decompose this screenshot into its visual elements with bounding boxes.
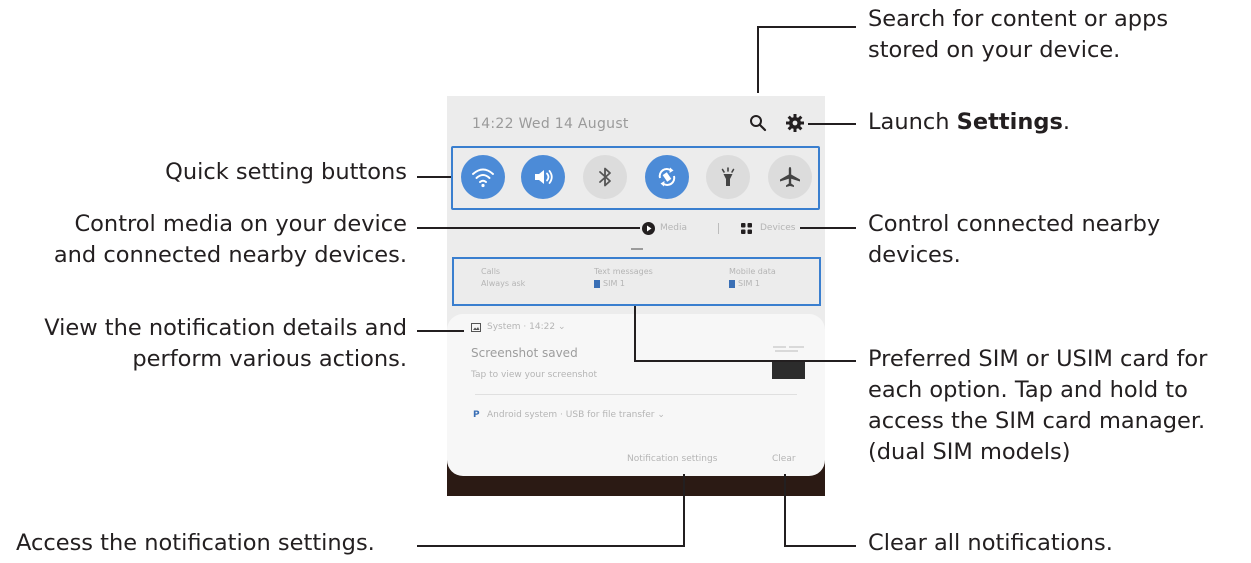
notification-settings-button[interactable]: Notification settings <box>627 454 717 464</box>
media-callout-line1: Control media on your device <box>74 211 407 237</box>
sim-text-title: Text messages <box>594 267 653 276</box>
search-callout-line2: stored on your device. <box>868 37 1121 63</box>
screenshot-app-icon <box>471 323 481 332</box>
notification-settings-callout-text: Access the notification settings. <box>16 530 375 556</box>
notification-settings-connector-h <box>417 545 685 547</box>
auto-rotate-button[interactable] <box>645 155 689 199</box>
flashlight-button[interactable] <box>706 155 750 199</box>
wifi-button[interactable] <box>461 155 505 199</box>
search-callout-line1: Search for content or apps <box>868 6 1169 32</box>
sim-connector-v <box>634 306 636 362</box>
status-clock: 14:22 Wed 14 August <box>472 116 629 132</box>
sim-text-value: SIM 1 <box>603 279 625 288</box>
media-connector <box>417 227 640 229</box>
notification-settings-callout: Access the notification settings. <box>16 528 375 559</box>
sim-data-value: SIM 1 <box>738 279 760 288</box>
settings-callout-bold: Settings <box>956 109 1063 135</box>
settings-connector <box>808 123 856 125</box>
sim-calls-value: Always ask <box>481 279 526 288</box>
quick-settings-callout-text: Quick setting buttons <box>165 159 407 185</box>
media-button-label[interactable]: Media <box>660 223 687 233</box>
sim-callout: Preferred SIM or USIM card for each opti… <box>868 344 1207 468</box>
clear-callout: Clear all notifications. <box>868 528 1113 559</box>
settings-callout-prefix: Launch <box>868 109 957 135</box>
android-system-row[interactable]: Android system · USB for file transfer ⌄ <box>487 410 665 420</box>
screenshot-thumbnail[interactable] <box>772 362 805 379</box>
clear-callout-text: Clear all notifications. <box>868 530 1113 556</box>
sim-callout-line4: (dual SIM models) <box>868 439 1071 465</box>
media-devices-divider <box>718 223 719 234</box>
media-callout-line2: and connected nearby devices. <box>53 242 407 268</box>
search-callout: Search for content or apps stored on you… <box>868 4 1168 66</box>
bluetooth-icon <box>599 167 611 187</box>
bluetooth-button[interactable] <box>583 155 627 199</box>
devices-callout-line2: devices. <box>868 242 961 268</box>
flashlight-icon <box>721 167 735 186</box>
devices-connector <box>800 227 856 229</box>
media-devices-row: Media Devices <box>447 214 825 244</box>
sim-callout-line3: access the SIM card manager. <box>868 408 1206 434</box>
notification-settings-connector-v <box>683 474 685 547</box>
airplane-mode-icon <box>780 167 800 187</box>
notification-connector <box>417 330 464 332</box>
settings-callout-suffix: . <box>1062 109 1071 135</box>
notification-title: Screenshot saved <box>471 346 578 360</box>
gear-icon[interactable] <box>784 112 806 134</box>
notification-callout-line2: perform various actions. <box>132 346 407 372</box>
devices-callout: Control connected nearby devices. <box>868 209 1160 271</box>
search-connector-v <box>757 26 759 93</box>
quick-settings-highlight <box>451 146 820 210</box>
sim-callout-line2: each option. Tap and hold to <box>868 377 1188 403</box>
sim-data-title: Mobile data <box>729 267 776 276</box>
sim-connector-h <box>634 360 856 362</box>
sim-text-messages[interactable]: Text messages SIM 1 <box>594 266 653 290</box>
wifi-icon <box>472 168 494 188</box>
devices-icon[interactable] <box>740 222 753 235</box>
devices-callout-line1: Control connected nearby <box>868 211 1161 237</box>
screenshot-thumbnail-header <box>773 346 804 352</box>
android-system-icon: P <box>473 410 480 420</box>
notification-card[interactable]: System · 14:22 ⌄ Screenshot saved Tap to… <box>447 314 825 476</box>
notification-divider <box>475 394 797 395</box>
clear-connector-h <box>784 545 856 547</box>
clear-connector-v <box>784 474 786 547</box>
notification-callout: View the notification details and perfor… <box>44 313 407 375</box>
notification-app-label: System · 14:22 ⌄ <box>487 322 566 332</box>
panel-drag-handle[interactable] <box>631 248 643 250</box>
search-icon[interactable] <box>747 112 769 134</box>
clear-button[interactable]: Clear <box>772 454 796 464</box>
settings-callout: Launch Settings. <box>868 107 1070 138</box>
quick-settings-callout: Quick setting buttons <box>165 157 407 188</box>
airplane-mode-button[interactable] <box>768 155 812 199</box>
sound-icon <box>535 170 553 184</box>
quick-settings-connector <box>417 176 451 178</box>
sim-badge-icon <box>594 279 600 288</box>
sim-mobile-data[interactable]: Mobile data SIM 1 <box>729 266 776 290</box>
sim-calls-title: Calls <box>481 267 501 276</box>
media-callout: Control media on your device and connect… <box>54 209 407 271</box>
search-connector-h <box>757 26 856 28</box>
sim-badge-icon <box>729 279 735 288</box>
notification-callout-line1: View the notification details and <box>44 315 407 341</box>
notification-body: Tap to view your screenshot <box>471 370 598 380</box>
sound-button[interactable] <box>521 155 565 199</box>
auto-rotate-icon <box>658 167 676 187</box>
devices-button-label[interactable]: Devices <box>760 223 795 233</box>
media-play-icon[interactable] <box>642 222 655 235</box>
phone-screen: 14:22 Wed 14 August Media Devices Calls … <box>447 96 825 496</box>
sim-calls[interactable]: Calls Always ask <box>481 266 525 290</box>
sim-callout-line1: Preferred SIM or USIM card for <box>868 346 1208 372</box>
